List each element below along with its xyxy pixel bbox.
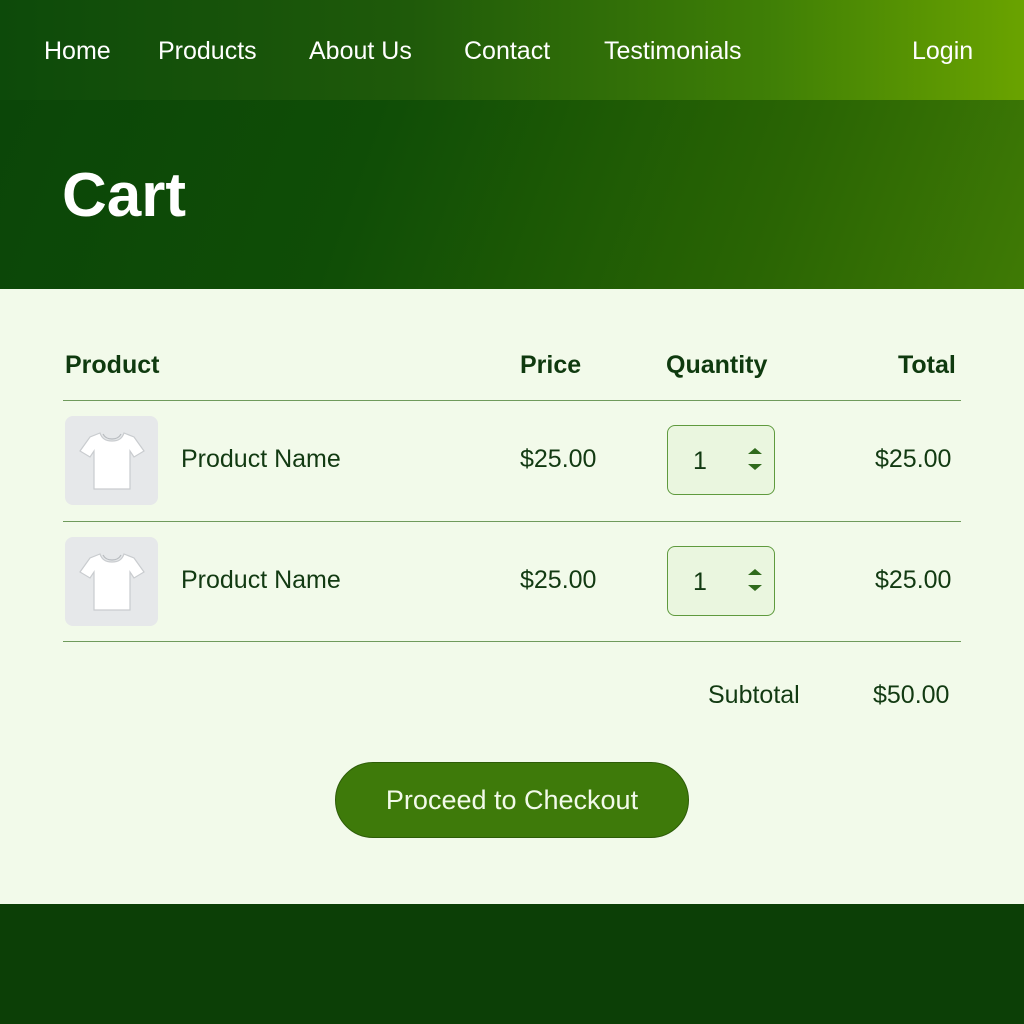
spinner-arrows-icon[interactable]	[748, 446, 762, 476]
subtotal-value: $50.00	[873, 681, 950, 709]
quantity-stepper[interactable]: 1	[667, 546, 775, 616]
table-divider	[63, 400, 961, 401]
nav-products-link[interactable]: Products	[158, 36, 257, 66]
column-header-quantity: Quantity	[666, 351, 768, 379]
quantity-value[interactable]: 1	[693, 567, 707, 597]
product-price: $25.00	[520, 566, 597, 594]
row-total: $25.00	[875, 566, 952, 594]
nav-about-link[interactable]: About Us	[309, 36, 412, 66]
row-total: $25.00	[875, 445, 952, 473]
decrement-arrow-icon[interactable]	[748, 585, 762, 591]
increment-arrow-icon[interactable]	[748, 448, 762, 454]
product-name[interactable]: Product Name	[181, 565, 341, 595]
product-thumbnail[interactable]	[65, 416, 158, 505]
page-title: Cart	[62, 161, 187, 230]
column-header-product: Product	[65, 351, 160, 379]
quantity-value[interactable]: 1	[693, 446, 707, 476]
page-footer	[0, 904, 1024, 1024]
nav-testimonials-link[interactable]: Testimonials	[604, 36, 742, 66]
decrement-arrow-icon[interactable]	[748, 464, 762, 470]
increment-arrow-icon[interactable]	[748, 569, 762, 575]
product-thumbnail[interactable]	[65, 537, 158, 626]
login-link[interactable]: Login	[912, 36, 973, 66]
quantity-stepper[interactable]: 1	[667, 425, 775, 495]
column-header-total: Total	[898, 351, 956, 379]
subtotal-label: Subtotal	[708, 681, 800, 709]
top-navigation: Home Products About Us Contact Testimoni…	[0, 0, 1024, 100]
proceed-to-checkout-button[interactable]: Proceed to Checkout	[335, 762, 689, 838]
tshirt-icon	[78, 552, 145, 611]
spinner-arrows-icon[interactable]	[748, 567, 762, 597]
column-header-price: Price	[520, 351, 582, 379]
table-divider	[63, 521, 961, 522]
nav-contact-link[interactable]: Contact	[464, 36, 550, 66]
table-divider	[63, 641, 961, 642]
product-price: $25.00	[520, 445, 597, 473]
product-name[interactable]: Product Name	[181, 444, 341, 474]
tshirt-icon	[78, 431, 145, 490]
nav-home-link[interactable]: Home	[44, 36, 111, 66]
